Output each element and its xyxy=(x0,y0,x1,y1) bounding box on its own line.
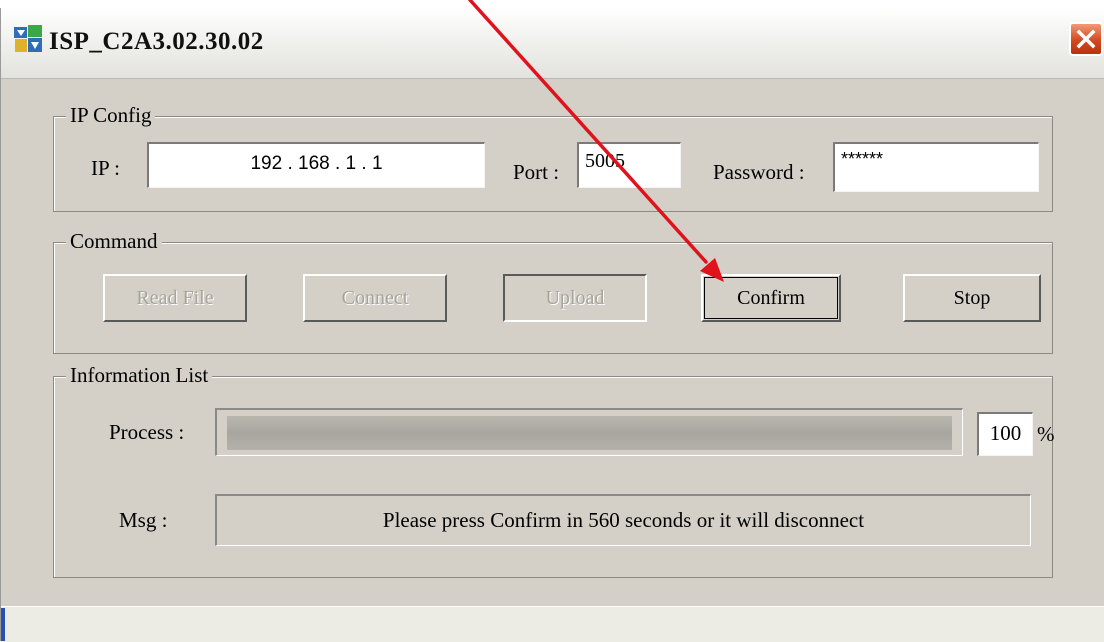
connect-button[interactable]: Connect xyxy=(303,274,447,322)
close-button[interactable] xyxy=(1069,22,1103,56)
ip-config-legend: IP Config xyxy=(66,103,156,128)
port-value: 5005 xyxy=(585,150,625,172)
password-label: Password : xyxy=(713,160,805,184)
status-bar xyxy=(1,606,1104,642)
isp-window: ISP_C2A3.02.30.02 IP Config IP : 192 . 1… xyxy=(0,8,1104,642)
status-bar-edge xyxy=(1,608,5,641)
command-legend: Command xyxy=(66,229,162,254)
information-list-legend: Information List xyxy=(66,363,213,388)
read-file-button[interactable]: Read File xyxy=(103,274,247,322)
window-title: ISP_C2A3.02.30.02 xyxy=(49,28,264,55)
password-value: ****** xyxy=(841,149,884,169)
msg-label: Msg : xyxy=(119,508,168,532)
information-list-group: Information List xyxy=(53,363,1053,578)
message-text: Please press Confirm in 560 seconds or i… xyxy=(382,508,865,532)
title-bar[interactable]: ISP_C2A3.02.30.02 xyxy=(1,8,1104,79)
process-label: Process : xyxy=(109,420,185,444)
stop-button[interactable]: Stop xyxy=(903,274,1041,322)
upload-button[interactable]: Upload xyxy=(503,274,647,322)
percent-sign: % xyxy=(1037,422,1055,446)
close-icon xyxy=(1076,29,1096,49)
process-progress-bar xyxy=(215,408,963,456)
ip-label: IP : xyxy=(91,156,120,180)
message-box: Please press Confirm in 560 seconds or i… xyxy=(215,494,1031,546)
percent-box: 100 xyxy=(977,412,1033,456)
ip-input[interactable]: 192 . 168 . 1 . 1 xyxy=(147,142,485,188)
confirm-button[interactable]: Confirm xyxy=(701,274,841,322)
port-label: Port : xyxy=(513,160,560,184)
percent-value: 100 xyxy=(989,421,1022,445)
app-icon xyxy=(13,24,45,59)
password-input[interactable]: ****** xyxy=(833,142,1039,192)
ip-value: 192 . 168 . 1 . 1 xyxy=(250,153,383,174)
progress-fill xyxy=(227,416,952,450)
port-input[interactable]: 5005 xyxy=(577,142,681,188)
